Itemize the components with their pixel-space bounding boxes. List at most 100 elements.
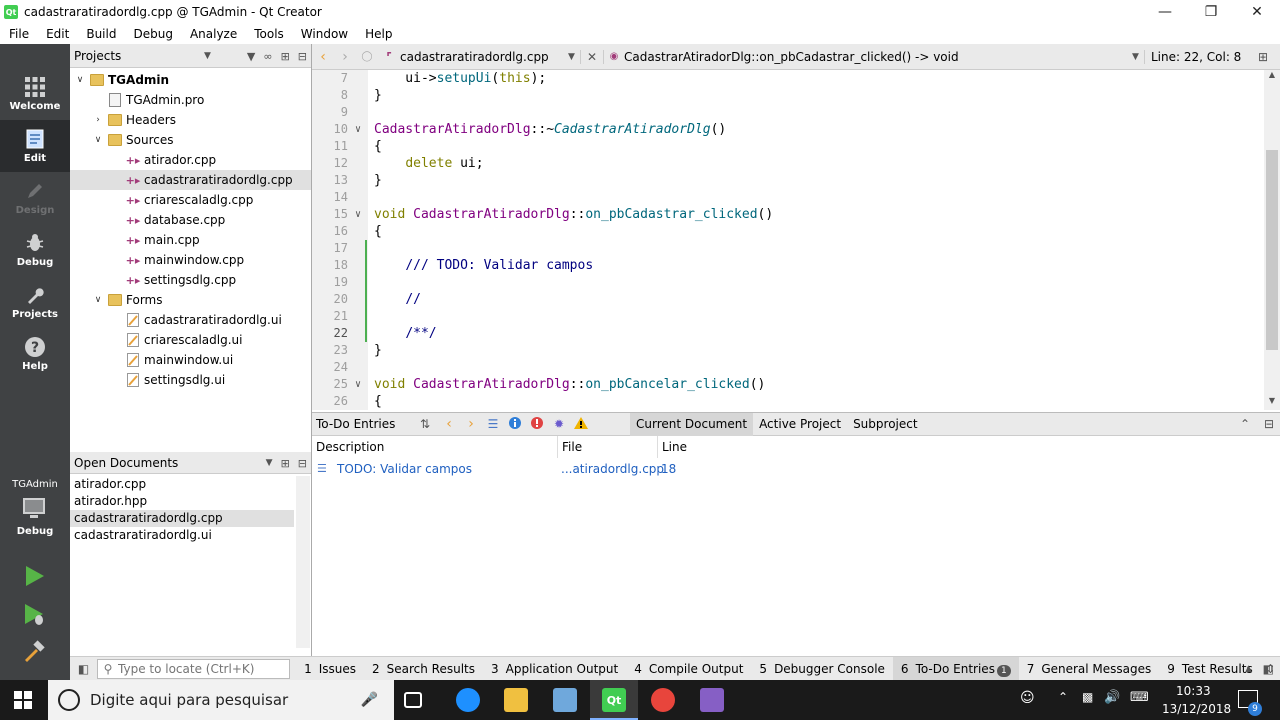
locator-input[interactable] — [118, 661, 289, 676]
code-line[interactable]: 24 — [312, 359, 1280, 376]
fold-marker-icon[interactable]: ∨ — [352, 121, 364, 138]
sort-icon[interactable]: ⇅ — [412, 417, 438, 431]
symbol-combo[interactable]: CadastrarAtiradorDlg::on_pbCadastrar_cli… — [624, 50, 1132, 64]
open-document-item[interactable]: atirador.hpp — [70, 493, 311, 510]
collapse-arrow-icon[interactable]: › — [92, 115, 104, 125]
close-pane-icon[interactable]: ⊟ — [298, 50, 307, 63]
minimize-button[interactable]: — — [1142, 0, 1188, 24]
previous-item-icon[interactable]: ‹ — [438, 416, 460, 432]
debug-run-button[interactable] — [22, 602, 46, 629]
chevron-down-icon[interactable]: ▼ — [266, 458, 273, 468]
mode-design[interactable]: Design — [0, 172, 70, 224]
fold-marker-icon[interactable]: ∨ — [352, 376, 364, 393]
code-line[interactable]: 8} — [312, 87, 1280, 104]
code-line[interactable]: 25 ∨ void CadastrarAtiradorDlg::on_pbCance… — [312, 376, 1280, 393]
mode-help[interactable]: ? Help — [0, 328, 70, 380]
tree-item[interactable]: › Headers — [70, 110, 311, 130]
toggle-right-sidebar-icon[interactable]: ◧ — [1263, 662, 1274, 676]
column-description[interactable]: Description — [312, 436, 558, 458]
maximize-panel-icon[interactable]: ⌃ — [1240, 417, 1250, 431]
current-file-combo[interactable]: cadastraratiradordlg.cpp — [400, 50, 568, 64]
microphone-icon[interactable]: 🎤 — [361, 692, 378, 708]
scope-subproject[interactable]: Subproject — [847, 417, 924, 431]
chevron-up-icon[interactable]: ⌃ — [1058, 690, 1068, 704]
kit-selector[interactable]: TGAdmin Debug — [0, 472, 70, 544]
maximize-output-icon[interactable]: ▲ — [1245, 664, 1252, 674]
keyboard-icon[interactable]: ⌨ — [1130, 690, 1149, 705]
code-line[interactable]: 15 ∨ void CadastrarAtiradorDlg::on_pbCadas… — [312, 206, 1280, 223]
mode-edit[interactable]: Edit — [0, 120, 70, 172]
file-explorer-icon[interactable] — [504, 688, 528, 712]
filter-icon[interactable]: ▼ — [247, 50, 255, 63]
tree-item[interactable]: +▸ main.cpp — [70, 230, 311, 250]
split-icon[interactable]: ⊞ — [281, 457, 290, 470]
code-line[interactable]: 21 — [312, 308, 1280, 325]
expand-arrow-icon[interactable]: ∨ — [92, 295, 104, 305]
code-line[interactable]: 16 { — [312, 223, 1280, 240]
scroll-down-icon[interactable]: ▼ — [1264, 396, 1280, 408]
list-icon[interactable]: ☰ — [482, 417, 504, 431]
maximize-button[interactable]: ❐ — [1188, 0, 1234, 24]
people-icon[interactable]: ☺ — [1020, 690, 1035, 706]
menu-debug[interactable]: Debug — [124, 27, 180, 41]
info-filter-icon[interactable] — [504, 416, 526, 432]
taskbar-search[interactable]: Digite aqui para pesquisar 🎤 — [48, 680, 394, 720]
warning-filter-icon[interactable] — [570, 416, 592, 432]
expand-arrow-icon[interactable]: ∨ — [74, 75, 86, 85]
code-line[interactable]: 7 ui->setupUi(this); — [312, 70, 1280, 87]
visual-studio-icon[interactable] — [700, 688, 724, 712]
menu-window[interactable]: Window — [292, 27, 356, 41]
scrollbar-thumb[interactable] — [1266, 150, 1278, 350]
mode-debug[interactable]: Debug — [0, 224, 70, 276]
code-line[interactable]: 18 /// TODO: Validar campos — [312, 257, 1280, 274]
mode-projects[interactable]: Projects — [0, 276, 70, 328]
tree-item[interactable]: ∨ Sources — [70, 130, 311, 150]
menu-analyze[interactable]: Analyze — [181, 27, 245, 41]
taskbar-qtcreator[interactable]: Qt — [590, 680, 638, 720]
tree-item[interactable]: +▸ cadastraratiradordlg.cpp — [70, 170, 311, 190]
tree-item[interactable]: settingsdlg.ui — [70, 370, 311, 390]
output-tab[interactable]: 5 Debugger Console — [751, 662, 893, 676]
tree-item[interactable]: ∨ Forms — [70, 290, 311, 310]
scroll-up-icon[interactable]: ▲ — [1264, 70, 1280, 82]
open-document-item[interactable]: atirador.cpp — [70, 476, 311, 493]
network-icon[interactable]: ▩ — [1082, 690, 1093, 704]
close-pane-icon[interactable]: ⊟ — [298, 457, 307, 470]
table-row[interactable]: ☰ TODO: Validar campos ...atiradordlg.cp… — [312, 458, 1280, 478]
menu-help[interactable]: Help — [356, 27, 400, 41]
build-button[interactable] — [22, 640, 46, 667]
locator-field[interactable]: ⚲ — [97, 658, 291, 679]
start-button[interactable] — [14, 691, 32, 712]
column-file[interactable]: File — [558, 436, 658, 458]
chevron-down-icon[interactable]: ▼ — [568, 52, 580, 62]
expand-arrow-icon[interactable]: ∨ — [92, 135, 104, 145]
output-tab[interactable]: 3 Application Output — [483, 662, 626, 676]
tree-item[interactable]: mainwindow.ui — [70, 350, 311, 370]
link-icon[interactable]: ∞ — [263, 50, 272, 63]
tree-item[interactable]: TGAdmin.pro — [70, 90, 311, 110]
code-line[interactable]: 17 — [312, 240, 1280, 257]
column-line[interactable]: Line — [658, 436, 718, 458]
tree-item[interactable]: criarescaladlg.ui — [70, 330, 311, 350]
edge-browser-icon[interactable] — [456, 688, 480, 712]
chevron-down-icon[interactable]: ▼ — [1132, 52, 1144, 62]
open-document-item[interactable]: cadastraratiradordlg.cpp — [70, 510, 294, 527]
mode-welcome[interactable]: Welcome — [0, 68, 70, 120]
output-tab[interactable]: 1 Issues — [296, 662, 364, 676]
close-panel-icon[interactable]: ⊟ — [1264, 417, 1274, 431]
volume-icon[interactable]: 🔊 — [1104, 690, 1120, 705]
code-line[interactable]: 11 { — [312, 138, 1280, 155]
open-documents-scrollbar[interactable] — [296, 476, 310, 648]
toggle-sidebar-icon[interactable]: ◧ — [70, 662, 97, 676]
forward-arrow-icon[interactable]: › — [334, 49, 356, 65]
output-tab[interactable]: 7 General Messages — [1019, 662, 1160, 676]
code-line[interactable]: 9 — [312, 104, 1280, 121]
output-tab[interactable]: 4 Compile Output — [626, 662, 751, 676]
tree-item[interactable]: +▸ database.cpp — [70, 210, 311, 230]
tree-item[interactable]: ∨ TGAdmin — [70, 70, 311, 90]
code-line[interactable]: 19 — [312, 274, 1280, 291]
code-line[interactable]: 22 /**/ — [312, 325, 1280, 342]
code-line[interactable]: 20 // — [312, 291, 1280, 308]
editor-scrollbar[interactable]: ▲ ▼ — [1264, 70, 1280, 410]
code-line[interactable]: 14 — [312, 189, 1280, 206]
